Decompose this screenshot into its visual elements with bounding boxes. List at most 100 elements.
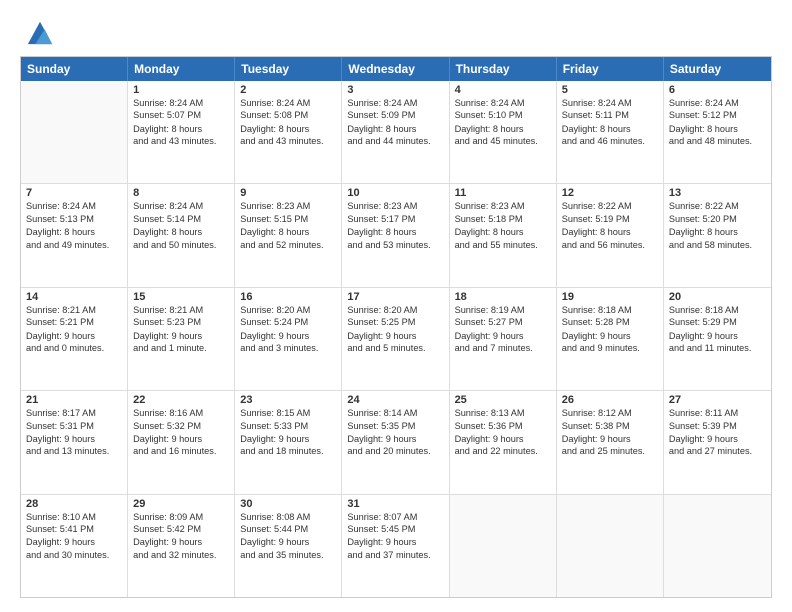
daylight-text: Daylight: 9 hours [562, 330, 658, 342]
daylight-text: Daylight: 8 hours [240, 226, 336, 238]
daylight-text: Daylight: 9 hours [347, 433, 443, 445]
daylight-minutes-text: and and 5 minutes. [347, 342, 443, 354]
sunrise-text: Sunrise: 8:23 AM [455, 200, 551, 212]
daylight-minutes-text: and and 11 minutes. [669, 342, 766, 354]
sunrise-text: Sunrise: 8:24 AM [240, 97, 336, 109]
sunset-text: Sunset: 5:29 PM [669, 316, 766, 328]
calendar-cell [450, 495, 557, 597]
daylight-text: Daylight: 8 hours [240, 123, 336, 135]
daylight-text: Daylight: 8 hours [669, 123, 766, 135]
daylight-text: Daylight: 9 hours [240, 330, 336, 342]
daylight-minutes-text: and and 35 minutes. [240, 549, 336, 561]
page: SundayMondayTuesdayWednesdayThursdayFrid… [0, 0, 792, 612]
daylight-minutes-text: and and 22 minutes. [455, 445, 551, 457]
daylight-minutes-text: and and 50 minutes. [133, 239, 229, 251]
day-number: 10 [347, 187, 443, 199]
daylight-text: Daylight: 8 hours [562, 226, 658, 238]
calendar-cell: 28Sunrise: 8:10 AMSunset: 5:41 PMDayligh… [21, 495, 128, 597]
calendar-row-5: 28Sunrise: 8:10 AMSunset: 5:41 PMDayligh… [21, 494, 771, 597]
calendar-cell: 8Sunrise: 8:24 AMSunset: 5:14 PMDaylight… [128, 184, 235, 286]
weekday-header-friday: Friday [557, 57, 664, 81]
calendar-cell: 17Sunrise: 8:20 AMSunset: 5:25 PMDayligh… [342, 288, 449, 390]
calendar-cell: 25Sunrise: 8:13 AMSunset: 5:36 PMDayligh… [450, 391, 557, 493]
sunset-text: Sunset: 5:23 PM [133, 316, 229, 328]
daylight-text: Daylight: 8 hours [455, 226, 551, 238]
daylight-minutes-text: and and 32 minutes. [133, 549, 229, 561]
daylight-minutes-text: and and 46 minutes. [562, 135, 658, 147]
calendar-cell: 18Sunrise: 8:19 AMSunset: 5:27 PMDayligh… [450, 288, 557, 390]
sunset-text: Sunset: 5:41 PM [26, 523, 122, 535]
sunrise-text: Sunrise: 8:12 AM [562, 407, 658, 419]
calendar-cell: 6Sunrise: 8:24 AMSunset: 5:12 PMDaylight… [664, 81, 771, 183]
sunrise-text: Sunrise: 8:15 AM [240, 407, 336, 419]
day-number: 17 [347, 291, 443, 303]
sunrise-text: Sunrise: 8:18 AM [669, 304, 766, 316]
day-number: 25 [455, 394, 551, 406]
sunset-text: Sunset: 5:14 PM [133, 213, 229, 225]
daylight-minutes-text: and and 20 minutes. [347, 445, 443, 457]
sunrise-text: Sunrise: 8:22 AM [669, 200, 766, 212]
day-number: 16 [240, 291, 336, 303]
sunset-text: Sunset: 5:33 PM [240, 420, 336, 432]
daylight-text: Daylight: 9 hours [562, 433, 658, 445]
calendar-row-3: 14Sunrise: 8:21 AMSunset: 5:21 PMDayligh… [21, 287, 771, 390]
daylight-text: Daylight: 8 hours [133, 226, 229, 238]
daylight-text: Daylight: 9 hours [455, 433, 551, 445]
sunrise-text: Sunrise: 8:19 AM [455, 304, 551, 316]
day-number: 19 [562, 291, 658, 303]
calendar-cell: 7Sunrise: 8:24 AMSunset: 5:13 PMDaylight… [21, 184, 128, 286]
daylight-text: Daylight: 9 hours [133, 330, 229, 342]
weekday-header-thursday: Thursday [450, 57, 557, 81]
calendar-cell: 14Sunrise: 8:21 AMSunset: 5:21 PMDayligh… [21, 288, 128, 390]
sunset-text: Sunset: 5:39 PM [669, 420, 766, 432]
calendar-cell: 29Sunrise: 8:09 AMSunset: 5:42 PMDayligh… [128, 495, 235, 597]
sunset-text: Sunset: 5:45 PM [347, 523, 443, 535]
day-number: 1 [133, 84, 229, 96]
sunset-text: Sunset: 5:20 PM [669, 213, 766, 225]
calendar-cell: 30Sunrise: 8:08 AMSunset: 5:44 PMDayligh… [235, 495, 342, 597]
day-number: 4 [455, 84, 551, 96]
sunrise-text: Sunrise: 8:22 AM [562, 200, 658, 212]
day-number: 30 [240, 498, 336, 510]
sunrise-text: Sunrise: 8:20 AM [347, 304, 443, 316]
sunrise-text: Sunrise: 8:14 AM [347, 407, 443, 419]
daylight-minutes-text: and and 0 minutes. [26, 342, 122, 354]
daylight-minutes-text: and and 49 minutes. [26, 239, 122, 251]
calendar-cell: 13Sunrise: 8:22 AMSunset: 5:20 PMDayligh… [664, 184, 771, 286]
sunrise-text: Sunrise: 8:17 AM [26, 407, 122, 419]
sunrise-text: Sunrise: 8:24 AM [133, 200, 229, 212]
day-number: 26 [562, 394, 658, 406]
sunrise-text: Sunrise: 8:18 AM [562, 304, 658, 316]
sunrise-text: Sunrise: 8:07 AM [347, 511, 443, 523]
calendar-cell: 11Sunrise: 8:23 AMSunset: 5:18 PMDayligh… [450, 184, 557, 286]
sunrise-text: Sunrise: 8:21 AM [26, 304, 122, 316]
sunrise-text: Sunrise: 8:21 AM [133, 304, 229, 316]
calendar-cell: 9Sunrise: 8:23 AMSunset: 5:15 PMDaylight… [235, 184, 342, 286]
sunset-text: Sunset: 5:07 PM [133, 109, 229, 121]
day-number: 2 [240, 84, 336, 96]
sunset-text: Sunset: 5:10 PM [455, 109, 551, 121]
daylight-text: Daylight: 9 hours [347, 536, 443, 548]
day-number: 6 [669, 84, 766, 96]
calendar-cell: 26Sunrise: 8:12 AMSunset: 5:38 PMDayligh… [557, 391, 664, 493]
sunrise-text: Sunrise: 8:08 AM [240, 511, 336, 523]
daylight-minutes-text: and and 48 minutes. [669, 135, 766, 147]
sunset-text: Sunset: 5:09 PM [347, 109, 443, 121]
sunrise-text: Sunrise: 8:24 AM [347, 97, 443, 109]
sunset-text: Sunset: 5:25 PM [347, 316, 443, 328]
daylight-text: Daylight: 8 hours [26, 226, 122, 238]
daylight-minutes-text: and and 30 minutes. [26, 549, 122, 561]
header [20, 18, 772, 46]
day-number: 24 [347, 394, 443, 406]
calendar-body: 1 Sunrise: 8:24 AM Sunset: 5:07 PM Daylight… [21, 81, 771, 597]
daylight-minutes-text: and and 43 minutes. [133, 135, 229, 147]
sunrise-text: Sunrise: 8:23 AM [240, 200, 336, 212]
sunrise-text: Sunrise: 8:24 AM [669, 97, 766, 109]
day-number: 23 [240, 394, 336, 406]
daylight-text: Daylight: 9 hours [240, 536, 336, 548]
calendar-cell [557, 495, 664, 597]
day-number: 3 [347, 84, 443, 96]
calendar-row-1: 1 Sunrise: 8:24 AM Sunset: 5:07 PM Daylight… [21, 81, 771, 183]
sunset-text: Sunset: 5:44 PM [240, 523, 336, 535]
daylight-minutes-text: and and 45 minutes. [455, 135, 551, 147]
